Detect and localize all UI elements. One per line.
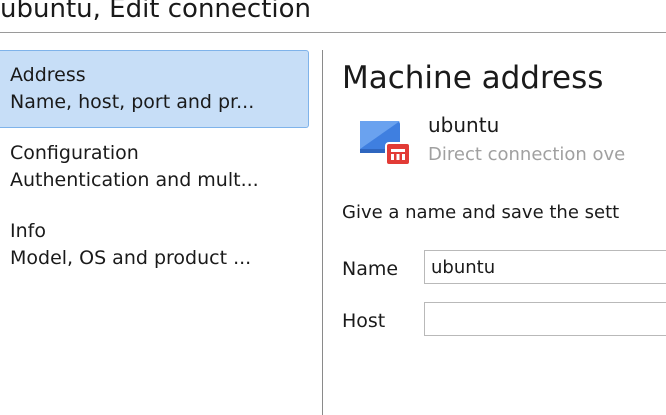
- name-input[interactable]: [424, 250, 666, 284]
- sidebar-item-address[interactable]: Address Name, host, port and pr...: [0, 50, 309, 128]
- sidebar-item-title: Info: [10, 220, 46, 242]
- page-title: Machine address: [342, 60, 604, 96]
- instruction-text: Give a name and save the sett: [342, 202, 620, 223]
- sidebar-item-subtitle: Authentication and mult...: [10, 169, 259, 191]
- monitor-icon: [358, 119, 414, 169]
- sidebar-item-title: Address: [10, 64, 86, 86]
- sidebar-item-subtitle: Name, host, port and pr...: [10, 91, 255, 113]
- host-label: Host: [342, 310, 386, 332]
- host-input[interactable]: [424, 302, 666, 336]
- main-panel: Machine address ubuntu Direct connection…: [342, 50, 666, 415]
- title-divider: [0, 32, 666, 33]
- sidebar-item-info[interactable]: Info Model, OS and product ...: [0, 206, 309, 284]
- rdp-badge-icon: [385, 142, 411, 166]
- window-title: ubuntu, Edit connection: [0, 0, 312, 24]
- pane-divider: [322, 50, 323, 415]
- sidebar-item-configuration[interactable]: Configuration Authentication and mult...: [0, 128, 309, 206]
- name-label: Name: [342, 258, 399, 280]
- connection-description: Direct connection ove: [428, 144, 626, 165]
- sidebar-item-subtitle: Model, OS and product ...: [10, 247, 252, 269]
- sidebar-item-title: Configuration: [10, 142, 139, 164]
- machine-name: ubuntu: [428, 113, 500, 137]
